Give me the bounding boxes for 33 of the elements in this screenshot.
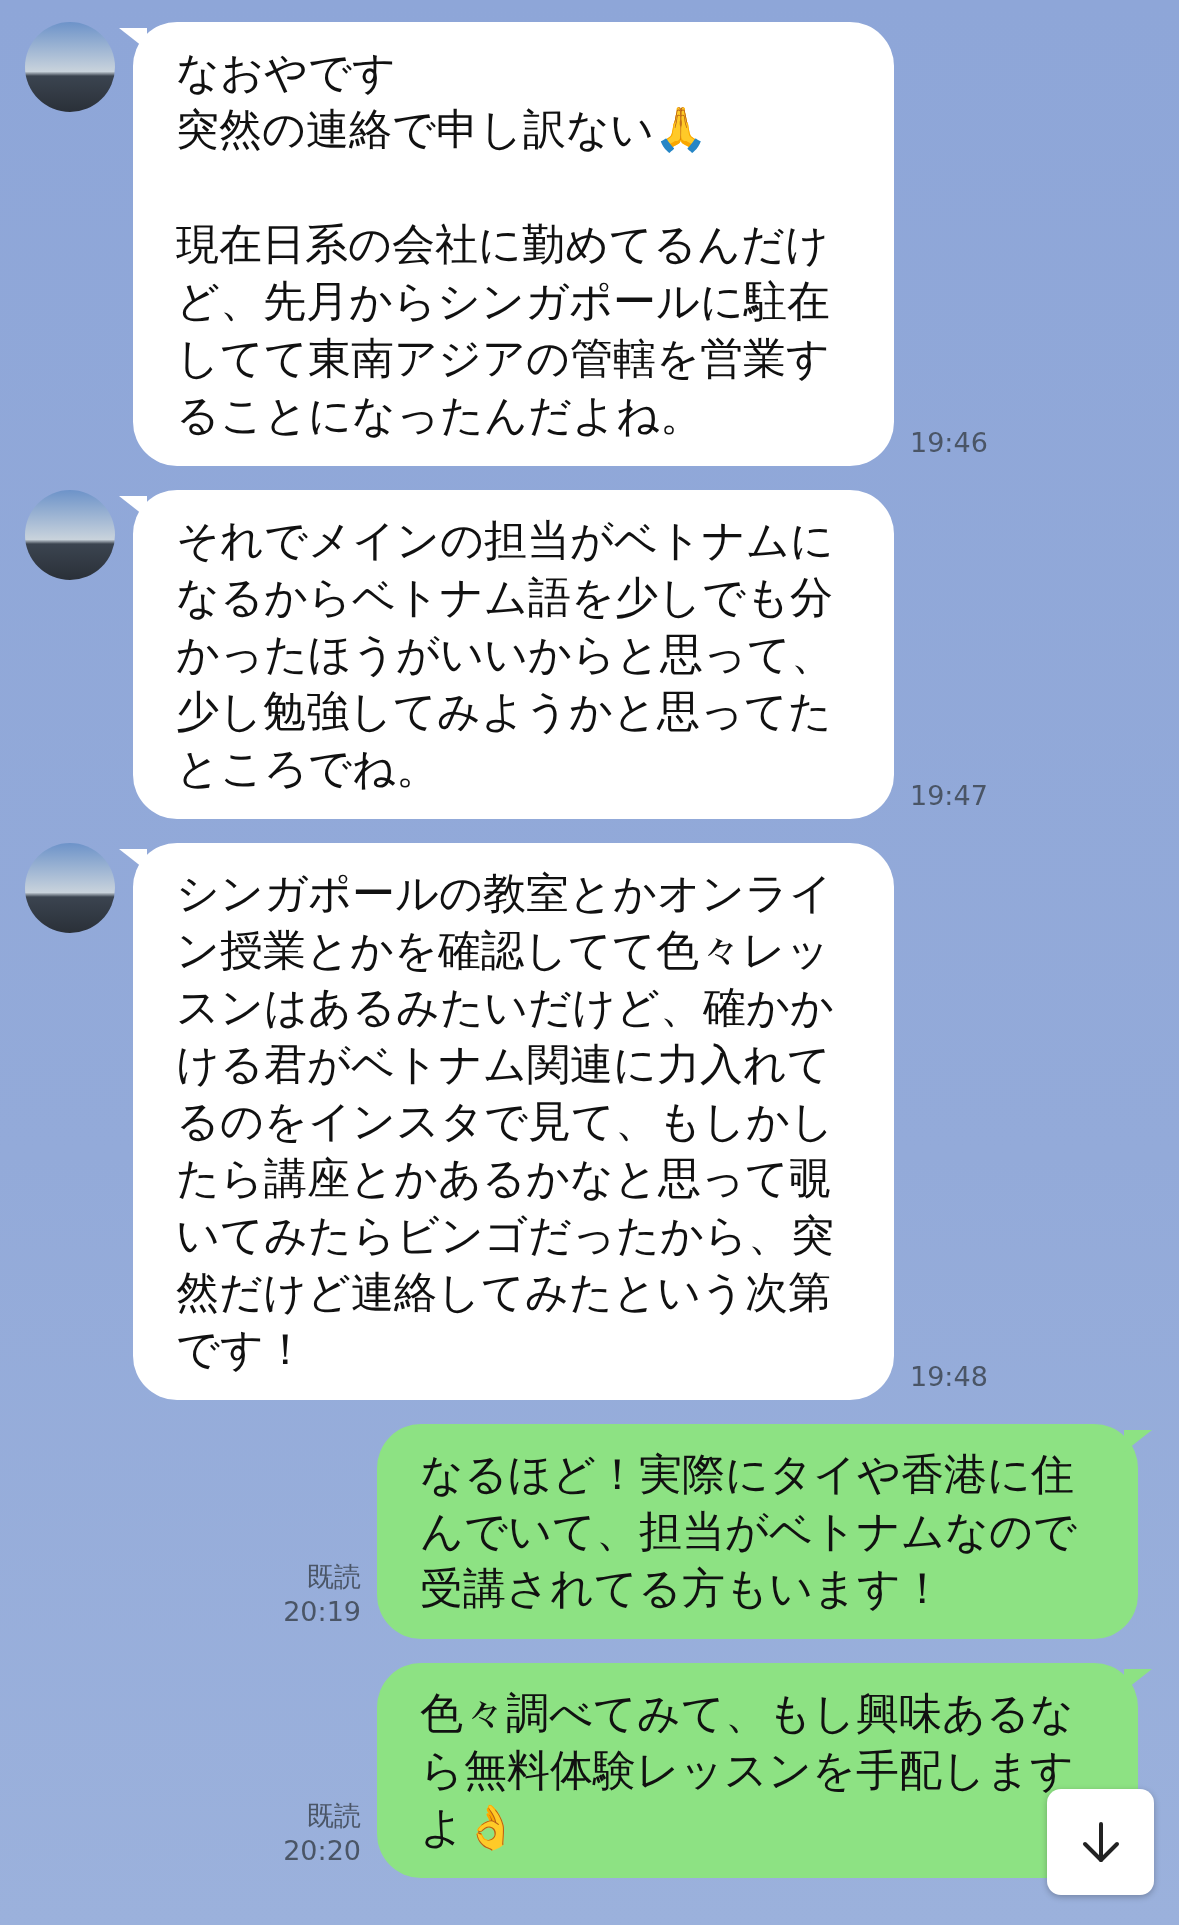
message-text: 突然の連絡で申し訳ない🙏 — [176, 103, 708, 156]
message-text: 受講されてる方もいます！ — [420, 1562, 944, 1615]
message-time: 19:46 — [910, 426, 988, 460]
message-text: なるからベトナム語を少しでも分 — [176, 571, 833, 624]
message-time: 20:19 — [283, 1595, 361, 1629]
message-text: なおやです — [176, 46, 396, 99]
message-text: 少し勉強してみようかと思ってた — [176, 685, 832, 738]
message-time: 19:48 — [910, 1360, 988, 1394]
message-time: 20:20 — [283, 1834, 361, 1868]
read-receipt: 既読 — [307, 1560, 361, 1594]
message-text: 色々調べてみて、もし興味あるな — [420, 1687, 1074, 1740]
message-text: ど、先月からシンガポールに駐在 — [176, 275, 830, 328]
message-text: です！ — [176, 1323, 307, 1376]
message-text: ところでね。 — [176, 742, 439, 795]
message-text: んでいて、担当がベトナムなので — [420, 1505, 1077, 1558]
message-time: 19:47 — [910, 779, 988, 813]
message-text: スンはあるみたいだけど、確かか — [176, 981, 834, 1034]
message-text: ら無料体験レッスンを手配します — [420, 1744, 1074, 1797]
message-text: 然だけど連絡してみたという次第 — [176, 1266, 831, 1319]
message-text: 現在日系の会社に勤めてるんだけ — [176, 218, 829, 271]
message-text: なるほど！実際にタイや香港に住 — [420, 1448, 1074, 1501]
message-text: ることになったんだよね。 — [176, 389, 703, 442]
message-text: ン授業とかを確認してて色々レッ — [176, 924, 830, 977]
message-text: いてみたらビンゴだったから、突 — [176, 1209, 834, 1262]
message-text: ける君がベトナム関連に力入れて — [176, 1038, 831, 1091]
message-text: るのをインスタで見て、もしかし — [176, 1095, 834, 1148]
message-text: シンガポールの教室とかオンライ — [176, 867, 833, 920]
message-text: たら講座とかあるかなと思って覗 — [176, 1152, 832, 1205]
read-receipt: 既読 — [307, 1799, 361, 1833]
message-text: してて東南アジアの管轄を営業す — [176, 332, 830, 385]
message-text: それでメインの担当がベトナムに — [176, 514, 834, 567]
message-text: よ👌 — [420, 1801, 518, 1854]
message-text: かったほうがいいからと思って、 — [176, 628, 834, 681]
